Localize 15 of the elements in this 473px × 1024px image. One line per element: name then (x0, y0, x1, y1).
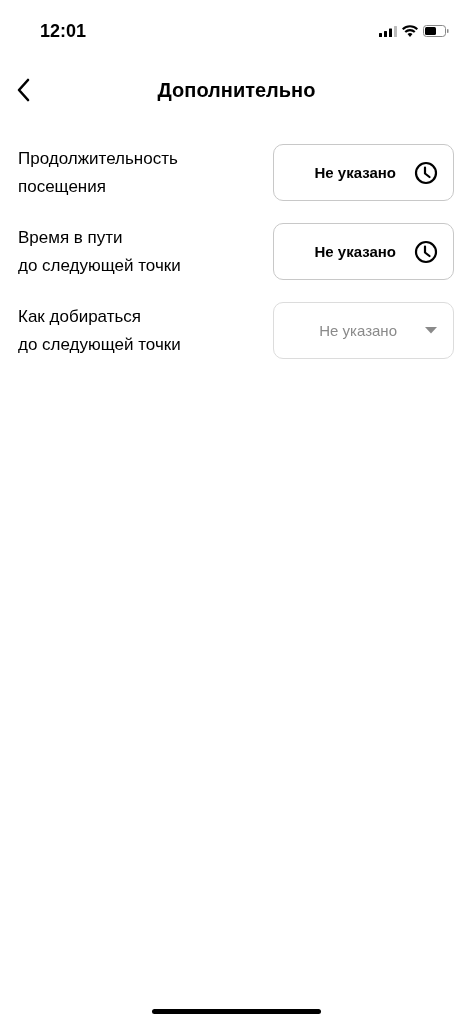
caret-icon (425, 327, 437, 334)
field-label: Время в пути до следующей точки (18, 226, 181, 277)
time-field[interactable]: Не указано (273, 144, 454, 201)
clock-icon (414, 160, 438, 185)
field-label: Продолжительность посещения (18, 147, 178, 198)
signal-icon (379, 25, 397, 37)
time-field[interactable]: Не указано (273, 223, 454, 280)
battery-icon (423, 25, 449, 37)
clock-icon (414, 239, 438, 264)
chevron-left-icon (16, 78, 30, 102)
dropdown-field[interactable]: Не указано (273, 302, 454, 359)
wifi-icon (402, 25, 418, 37)
status-time: 12:01 (40, 20, 87, 42)
screen-title: Дополнительно (157, 78, 316, 102)
field-label: Как добираться до следующей точки (18, 305, 181, 356)
